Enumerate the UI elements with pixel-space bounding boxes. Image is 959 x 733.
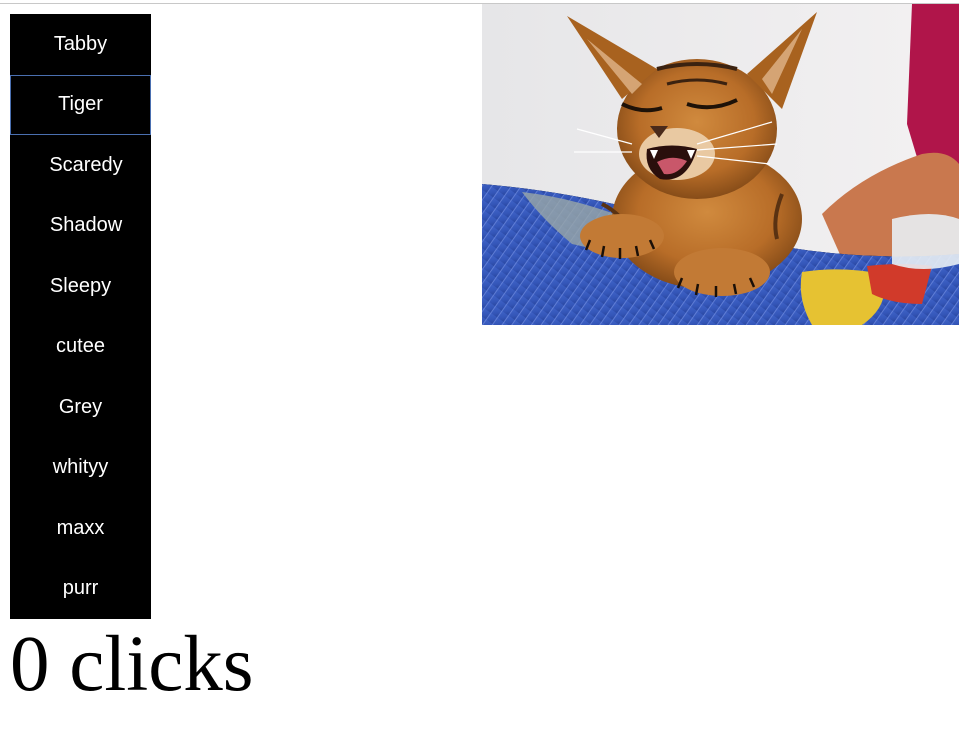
cat-list-item-scaredy[interactable]: Scaredy [10, 135, 151, 196]
cat-photo[interactable] [482, 4, 959, 325]
cat-list-item-grey[interactable]: Grey [10, 377, 151, 438]
cat-list-item-shadow[interactable]: Shadow [10, 196, 151, 257]
cat-list-item-tabby[interactable]: Tabby [10, 14, 151, 75]
cat-list-item-maxx[interactable]: maxx [10, 498, 151, 559]
cat-name-list: Tabby Tiger Scaredy Shadow Sleepy cutee … [10, 14, 151, 619]
cat-list-item-cutee[interactable]: cutee [10, 317, 151, 378]
click-counter: 0 clicks [10, 621, 254, 708]
cat-list-item-tiger[interactable]: Tiger [10, 74, 151, 135]
cat-list-item-purr[interactable]: purr [10, 559, 151, 620]
cat-list-item-sleepy[interactable]: Sleepy [10, 256, 151, 317]
cat-list-item-whityy[interactable]: whityy [10, 438, 151, 499]
